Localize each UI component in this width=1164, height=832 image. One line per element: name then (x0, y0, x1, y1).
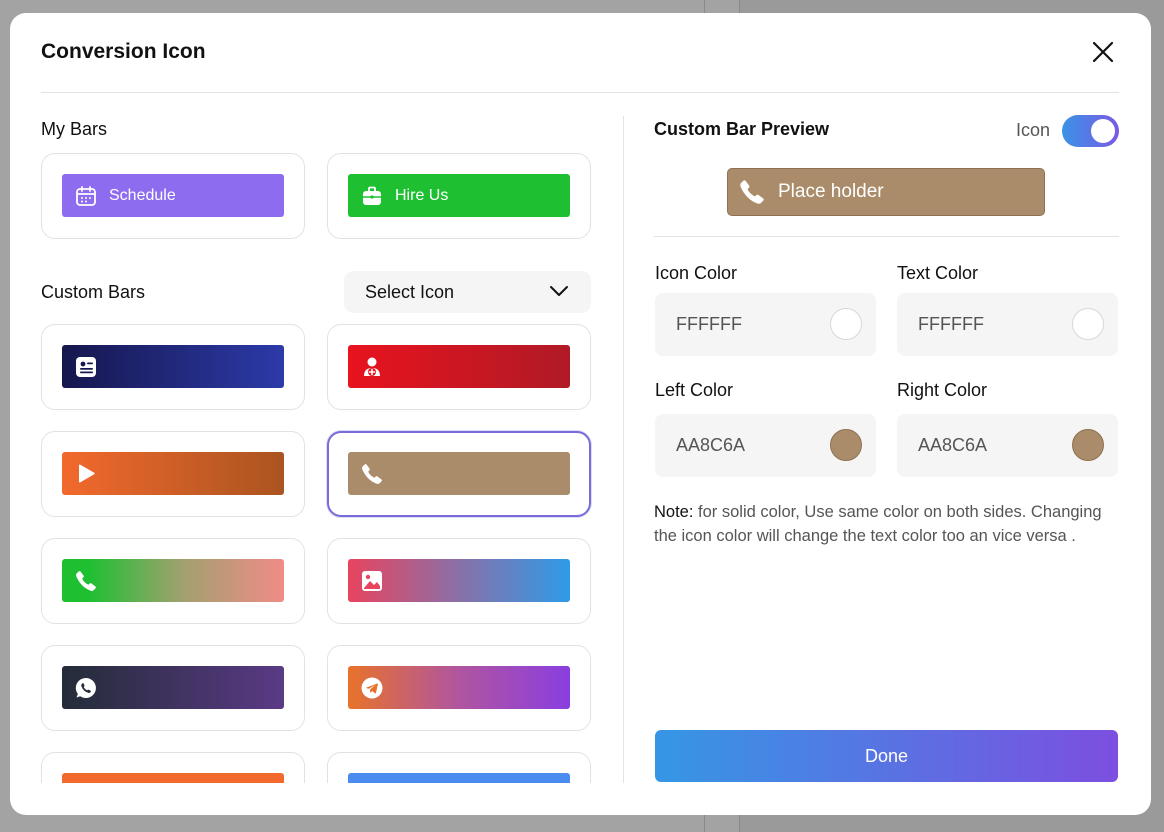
custom-bar-card[interactable] (327, 645, 591, 731)
custom-bar (348, 773, 570, 783)
custom-bars-title: Custom Bars (41, 282, 146, 302)
toggle-knob (1091, 119, 1115, 143)
user-add-icon (361, 356, 383, 378)
custom-bars-list[interactable] (10, 313, 623, 783)
icon-color-swatch[interactable] (830, 308, 862, 340)
right-color-label: Right Color (897, 380, 988, 400)
whatsapp-icon (75, 677, 97, 699)
chevron-down-icon (549, 283, 569, 304)
custom-bar-card-selected[interactable] (327, 431, 591, 517)
right-color-value: AA8C6A (918, 435, 988, 455)
play-icon (75, 463, 97, 485)
close-icon[interactable] (1090, 39, 1116, 65)
right-color-field[interactable]: AA8C6A (897, 414, 1118, 477)
custom-bar (62, 773, 284, 783)
schedule-label: Schedule (109, 186, 176, 204)
icon-color-field[interactable]: FFFFFF (655, 293, 876, 356)
text-color-value: FFFFFF (918, 314, 984, 334)
header-divider (41, 92, 1119, 93)
hire-us-label: Hire Us (395, 186, 449, 204)
note-prefix: Note: (654, 503, 694, 521)
preview-bar: Place holder (727, 168, 1045, 216)
icon-color-value: FFFFFF (676, 314, 742, 334)
left-color-field[interactable]: AA8C6A (655, 414, 876, 477)
phone-icon (75, 570, 97, 592)
hire-us-bar: Hire Us (348, 174, 570, 217)
custom-bar-card[interactable] (327, 324, 591, 410)
custom-bar (62, 559, 284, 602)
custom-bar-card[interactable] (41, 752, 305, 783)
custom-bar (62, 345, 284, 388)
left-color-label: Left Color (655, 380, 734, 400)
note-text: for solid color, Use same color on both … (654, 503, 1102, 545)
calendar-icon (75, 185, 97, 207)
right-color-swatch[interactable] (1072, 429, 1104, 461)
custom-bar-card[interactable] (41, 538, 305, 624)
custom-bar-card[interactable] (327, 538, 591, 624)
conversion-icon-modal: Conversion Icon My Bars Schedule Hire Us… (10, 13, 1151, 815)
telegram-icon (361, 677, 383, 699)
my-bars-title: My Bars (41, 119, 108, 139)
column-divider (623, 116, 624, 783)
modal-title: Conversion Icon (41, 40, 206, 63)
select-icon-dropdown[interactable]: Select Icon (344, 271, 591, 313)
contact-card-icon (75, 356, 97, 378)
briefcase-icon (361, 185, 383, 207)
custom-bar (348, 666, 570, 709)
custom-bar (62, 452, 284, 495)
my-bar-schedule[interactable]: Schedule (41, 153, 305, 239)
phone-icon (739, 179, 765, 205)
my-bar-hire-us[interactable]: Hire Us (327, 153, 591, 239)
image-icon (361, 570, 383, 592)
custom-bar-card[interactable] (41, 645, 305, 731)
preview-divider (654, 236, 1119, 237)
text-color-swatch[interactable] (1072, 308, 1104, 340)
color-note: Note: for solid color, Use same color on… (654, 500, 1124, 548)
custom-bar (62, 666, 284, 709)
text-color-field[interactable]: FFFFFF (897, 293, 1118, 356)
custom-bar-preview-title: Custom Bar Preview (654, 119, 830, 139)
custom-bar (348, 559, 570, 602)
select-icon-label: Select Icon (365, 281, 455, 302)
left-color-value: AA8C6A (676, 435, 746, 455)
schedule-bar: Schedule (62, 174, 284, 217)
icon-color-label: Icon Color (655, 263, 738, 283)
left-color-swatch[interactable] (830, 429, 862, 461)
text-color-label: Text Color (897, 263, 979, 283)
icon-toggle-label: Icon (1016, 120, 1051, 140)
custom-bar (348, 452, 570, 495)
done-button[interactable]: Done (655, 730, 1118, 782)
icon-toggle[interactable] (1062, 115, 1119, 147)
preview-bar-label: Place holder (778, 181, 884, 202)
custom-bar-card[interactable] (41, 324, 305, 410)
phone-icon (361, 463, 383, 485)
custom-bar-card[interactable] (327, 752, 591, 783)
custom-bar (348, 345, 570, 388)
custom-bar-card[interactable] (41, 431, 305, 517)
